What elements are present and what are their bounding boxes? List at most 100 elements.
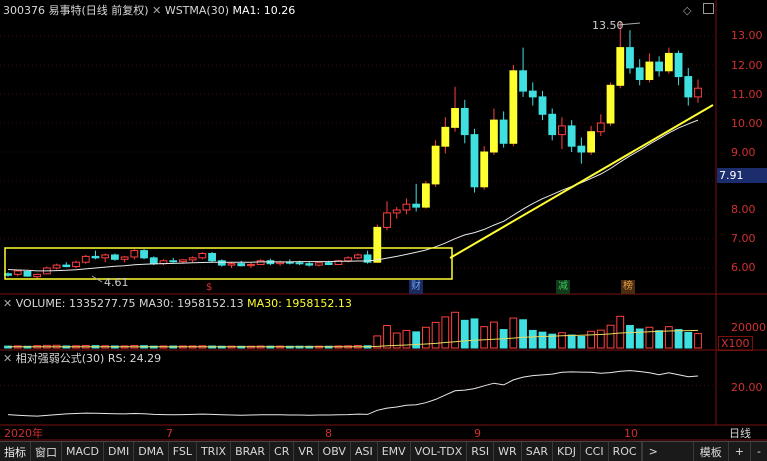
rs-value: RS: 24.29 [107,352,162,365]
candle-body [256,260,265,266]
volume-bar [480,326,489,349]
tab-fsl[interactable]: FSL [169,442,197,461]
candle-body [402,203,411,211]
candle-body [392,209,401,214]
volume-bar [587,330,596,349]
candle-body [460,108,469,136]
volume-bar [509,317,518,349]
volume-bar [626,325,634,349]
trendline [449,104,714,259]
volume-bar [441,316,450,349]
tab-cr[interactable]: CR [270,442,295,461]
zoom-in-button[interactable]: + [727,442,750,461]
volume-bar [451,311,459,349]
tab-dma[interactable]: DMA [134,442,169,461]
ranking-marker[interactable]: 榜 [621,280,635,294]
candle-body [664,52,673,72]
candle-body [81,255,90,263]
diamond-icon[interactable]: ◇ [683,4,691,17]
candle-body [480,151,489,188]
volume-bar [684,331,693,349]
tab-obv[interactable]: OBV [319,442,351,461]
volume-unit: X100 [718,336,753,351]
date-tick: 2020年 [4,427,43,440]
tab-roc[interactable]: ROC [609,442,642,461]
volume-bar [519,319,527,349]
period-info: (日线 前复权) [81,4,149,17]
dividend-marker[interactable]: $ [206,281,212,294]
candle-body [470,134,479,188]
candle-body [509,70,518,144]
rs-panel-header: ✕ 相对强弱公式(30) RS: 24.29 [3,352,161,365]
candle-body [558,125,566,136]
candle-body [499,119,508,144]
rs-line [7,370,699,417]
chart-canvas [0,0,767,441]
candle-body [587,131,596,153]
candle-body [645,61,654,80]
tab-kdj[interactable]: KDJ [553,442,581,461]
volume-ma-label: MA30: 1958152.13 [138,297,244,310]
maximize-icon[interactable] [703,3,714,14]
tab-brar[interactable]: BRAR [231,442,271,461]
volume-bar [694,333,702,349]
tab-cci[interactable]: CCI [581,442,609,461]
candle-body [441,126,450,147]
candle-body [227,263,236,266]
candle-body [315,262,323,266]
candle-body [324,262,333,266]
tab-window[interactable]: 窗口 [31,442,62,461]
tab-macd[interactable]: MACD [62,442,104,461]
candle-body [169,260,178,263]
tab-spacer [664,442,693,461]
price-tick: 8.00 [731,203,756,216]
volume-bar [460,319,469,349]
volume-bar [655,330,664,349]
price-tick: 12.00 [731,59,763,72]
volume-bar [383,325,391,349]
candle-body [247,264,255,267]
volume-bar [674,329,683,349]
tab-vol-tdx[interactable]: VOL-TDX [411,442,468,461]
volume-bar [616,315,625,349]
candle-body [120,256,129,260]
tab-trix[interactable]: TRIX [197,442,232,461]
candle-body [451,108,459,128]
candle-body [519,70,527,92]
volume-bar [577,335,586,349]
reduce-marker[interactable]: 减 [556,280,570,294]
tab-indicator[interactable]: 指标 [0,442,31,461]
more-tabs-button[interactable]: > [641,442,664,461]
candle-body [237,263,246,267]
volume-bar [421,326,430,349]
volume-bars [4,311,702,349]
date-tick: 8 [325,427,332,440]
volume-label: VOLUME: 1335277.75 [15,297,136,310]
volume-bar [528,329,537,349]
candle-body [353,254,362,259]
period-button[interactable]: 日线 [729,427,751,440]
tab-dmi[interactable]: DMI [104,442,135,461]
volume-bar [538,331,547,349]
candle-body [383,212,391,228]
candle-body [149,257,158,265]
tab-asi[interactable]: ASI [351,442,378,461]
candle-body [655,61,664,72]
tab-rsi[interactable]: RSI [467,442,495,461]
rs-close-icon[interactable]: ✕ [3,352,12,365]
volume-tick: 20000 [731,321,766,334]
template-button[interactable]: 模板 [692,442,728,461]
date-tick: 9 [474,427,481,440]
chart-settings-icon[interactable]: ✕ [152,4,161,17]
volume-close-icon[interactable]: ✕ [3,297,12,310]
tab-vr[interactable]: VR [294,442,319,461]
tab-wr[interactable]: WR [494,442,522,461]
candle-body [23,270,32,277]
finance-marker[interactable]: 财 [409,280,423,294]
volume-bar [412,331,421,349]
volume-ma-label-2: MA30: 1958152.13 [247,297,352,310]
candle-body [13,270,22,275]
tab-emv[interactable]: EMV [378,442,411,461]
zoom-out-button[interactable]: - [750,442,767,461]
tab-sar[interactable]: SAR [522,442,554,461]
